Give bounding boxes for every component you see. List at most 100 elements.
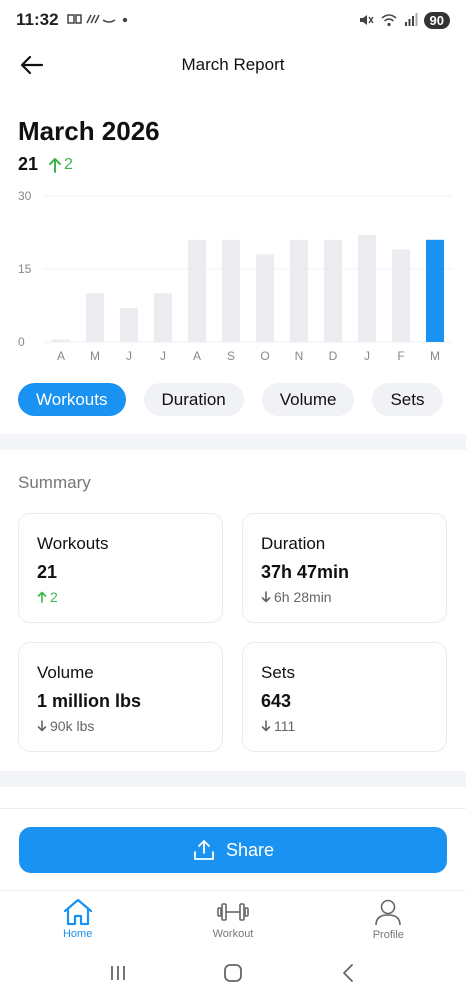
y-tick-label: 15 [18,262,32,276]
card-value: 37h 47min [261,562,350,582]
card-delta: 2 [37,589,204,605]
status-notification-icons [66,12,129,29]
nav-profile-label: Profile [372,928,404,941]
x-tick-label: J [160,349,166,363]
home-system-button[interactable] [213,953,253,993]
nav-home-label: Home [62,927,93,940]
x-tick-label: A [57,349,65,363]
mute-icon [359,15,374,25]
card-delta: 6h 28min [261,589,428,605]
card-label: Sets [261,663,296,682]
arrow-left-icon [20,55,44,75]
chart-bar[interactable] [222,239,240,342]
dumbbell-icon [217,902,249,921]
y-tick-label: 30 [18,189,32,203]
summary-heading: Summary [18,473,91,492]
card-label: Duration [261,534,326,553]
back-system-button[interactable] [328,953,368,993]
chart-bar[interactable] [426,239,444,342]
card-value: 1 million lbs [37,691,142,711]
chart-bar[interactable] [154,293,172,342]
summary-card-sets: Sets 643 111 [242,642,447,752]
section-divider [0,434,466,450]
upload-icon [194,840,214,860]
y-tick-label: 0 [18,335,25,349]
chart-bar[interactable] [188,239,206,342]
section-divider [0,771,466,787]
card-delta: 111 [261,718,428,734]
bottom-nav: Home Workout Profile [0,890,466,946]
page-title: March Report [181,55,285,74]
card-label: Workouts [37,534,109,553]
status-bar: 11:32 90 [0,0,466,40]
monthly-bar-chart: 30 15 0 A M J J A S O N D J F M [0,185,466,370]
card-delta-value: 111 [274,718,296,734]
card-delta-value: 2 [50,589,58,605]
chart-bar[interactable] [392,249,410,342]
x-tick-label: J [364,349,370,363]
recent-apps-icon [110,966,125,980]
summary-card-duration: Duration 37h 47min 6h 28min [242,513,447,623]
person-icon [375,899,402,925]
chart-bar[interactable] [256,254,274,342]
cellular-signal-icon [404,13,418,26]
tab-workouts[interactable]: Workouts [18,383,126,416]
nav-profile[interactable]: Profile [311,891,466,946]
x-tick-label: N [295,349,304,363]
card-value: 21 [37,562,58,582]
card-label: Volume [37,663,94,682]
arrow-up-icon [49,157,62,173]
tab-sets[interactable]: Sets [372,383,443,416]
share-label: Share [225,839,275,860]
x-tick-label: O [260,349,269,363]
card-delta-value: 6h 28min [274,589,332,605]
report-delta-value: 2 [64,155,73,173]
x-tick-label: M [90,349,100,363]
x-tick-label: J [126,349,132,363]
nav-workout[interactable]: Workout [155,891,310,946]
report-delta: 2 [48,156,73,174]
chart-svg: 30 15 0 A M J J A S O N D J F M [18,189,452,363]
chart-bar[interactable] [86,293,104,342]
share-panel: Share [0,808,466,890]
arrow-down-icon [261,591,271,603]
report-count-value: 21 [18,154,39,174]
report-title: March 2026 [18,116,160,146]
x-tick-label: D [329,349,338,363]
summary-card-volume: Volume 1 million lbs 90k lbs [18,642,223,752]
chart-bar[interactable] [324,239,342,342]
card-value: 643 [261,691,292,711]
card-delta: 90k lbs [37,718,204,734]
status-right: 90 [358,11,450,29]
chart-bar[interactable] [120,307,138,342]
tab-duration[interactable]: Duration [143,383,244,416]
recent-apps-button[interactable] [98,953,138,993]
arrow-up-icon [37,591,47,603]
summary-card-workouts: Workouts 21 2 [18,513,223,623]
system-nav-bar [0,946,466,1000]
arrow-down-icon [261,720,271,732]
x-tick-label: A [193,349,201,363]
nav-home[interactable]: Home [0,891,155,946]
top-bar: March Report [0,40,466,90]
card-delta-value: 90k lbs [50,718,95,734]
back-button[interactable] [14,50,50,80]
battery-indicator: 90 [423,11,450,29]
metric-tabs: Workouts Duration Volume Sets [18,383,443,416]
status-time: 11:32 [16,10,59,29]
x-tick-label: M [430,349,440,363]
chart-bar[interactable] [290,239,308,342]
wifi-icon [381,14,397,27]
x-tick-label: F [397,349,404,363]
home-system-icon [224,964,242,982]
x-tick-label: S [227,349,235,363]
report-count: 21 2 [18,154,73,175]
arrow-down-icon [37,720,47,732]
chevron-left-icon [343,964,354,982]
chart-bar[interactable] [358,234,376,342]
nav-workout-label: Workout [212,927,254,940]
chart-bar[interactable] [52,339,70,342]
notification-icon [66,13,127,24]
tab-volume[interactable]: Volume [261,383,355,416]
share-button[interactable]: Share [19,827,447,873]
